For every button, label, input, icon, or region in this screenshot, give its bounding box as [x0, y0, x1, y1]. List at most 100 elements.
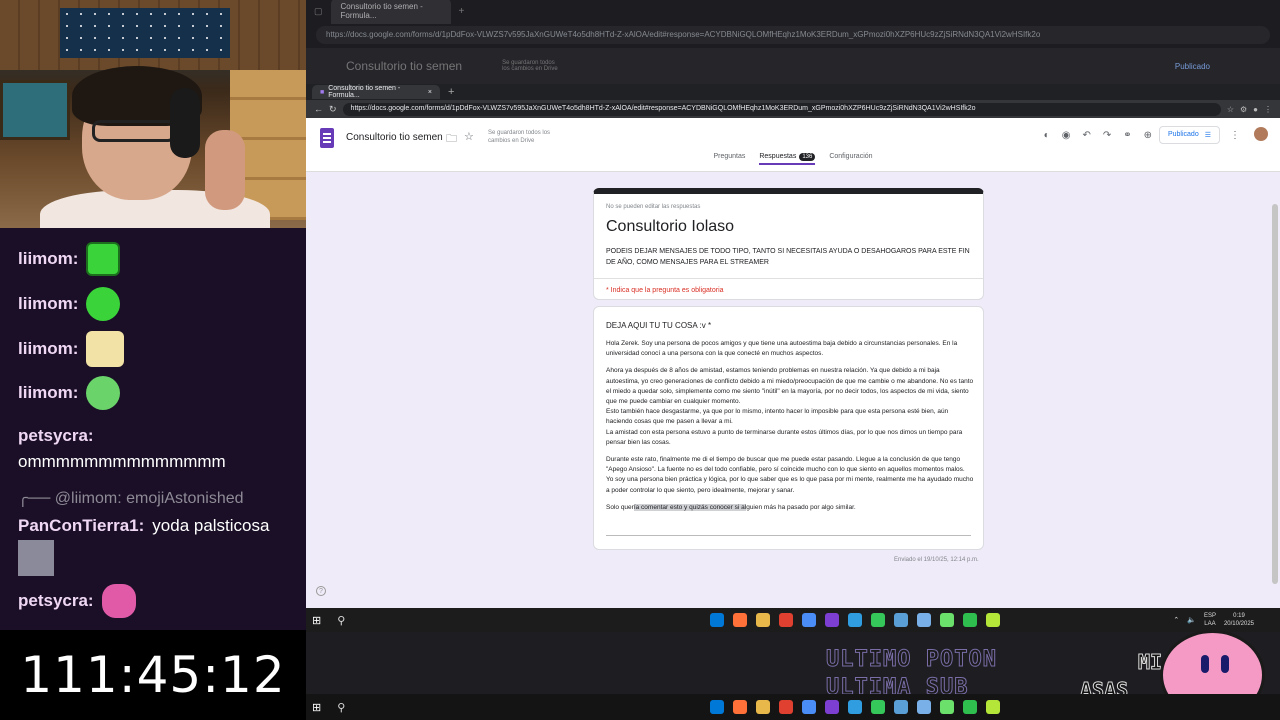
smile-face-emote [86, 287, 121, 321]
taskbar-app-icon[interactable] [894, 700, 908, 714]
publish-settings-icon: ☰ [1204, 132, 1211, 139]
taskbar-app-icon[interactable] [848, 700, 862, 714]
taskbar-app-icon[interactable] [779, 700, 793, 714]
taskbar-clock[interactable]: 0:19 20/10/2025 [1224, 612, 1254, 628]
answer-last-line[interactable]: Solo quería comentar esto y quizás conoc… [606, 503, 974, 513]
selected-text[interactable]: ía comentar esto y quizás conocer si al [633, 503, 747, 511]
taskbar-app-icon[interactable] [986, 613, 1000, 627]
stream-chat: liimom: liimom: liimom: liimom: petsycra… [0, 228, 306, 630]
star-icon[interactable]: ☆ [1227, 105, 1234, 114]
form-title[interactable]: Consultorio tio semen [346, 132, 443, 143]
taskbar-app-icon[interactable] [963, 700, 977, 714]
tab-strip: ■ Consultorio tio semen - Formula... × + [306, 84, 1280, 100]
tab-preguntas[interactable]: Preguntas [713, 153, 745, 165]
taskbar-app-icon[interactable] [848, 613, 862, 627]
tab-respuestas[interactable]: Respuestas 136 [759, 153, 816, 165]
chat-message: liimom: [18, 331, 125, 367]
saved-status: Se guardaron todos los cambios en Drive [488, 130, 551, 144]
taskbar-duplicate: ⊞ ⚲ [306, 694, 1280, 720]
scrollbar[interactable] [1272, 204, 1278, 584]
more-options-icon[interactable]: ⋮ [1230, 130, 1240, 141]
taskbar-app-icon[interactable] [917, 613, 931, 627]
close-tab-icon[interactable]: × [428, 89, 432, 96]
background-browser-window: ▢ Consultorio tio semen - Formula... + h… [306, 0, 1280, 84]
taskbar-app-icon[interactable] [825, 613, 839, 627]
answer-paragraph: Durante este rato, finalmente me di el t… [606, 456, 974, 494]
bg-address-row: https://docs.google.com/forms/d/1pDdFox-… [306, 22, 1280, 48]
address-row: ← ↻ https://docs.google.com/forms/d/1pDd… [306, 100, 1280, 118]
menu-icon[interactable]: ⋮ [1264, 105, 1272, 114]
taskbar-app-icon[interactable] [940, 700, 954, 714]
taskbar-app-icon[interactable] [871, 700, 885, 714]
chat-username: liimom: [18, 383, 79, 402]
banner-line1: ULTIMO POTON [826, 647, 997, 673]
taskbar-app-icon[interactable] [825, 700, 839, 714]
volume-icon[interactable]: 🔈 [1187, 616, 1196, 624]
taskbar-app-icon[interactable] [710, 700, 724, 714]
url-bar[interactable]: https://docs.google.com/forms/d/1pDdFox-… [342, 102, 1221, 116]
taskbar-app-icon[interactable] [779, 613, 793, 627]
taskbar-app-icon[interactable] [917, 700, 931, 714]
windows-start-icon[interactable]: ⊞ [312, 701, 321, 714]
chat-message: liimom: [18, 287, 121, 321]
lang-code-2: LAA [1204, 621, 1216, 627]
preview-eye-icon[interactable]: ◉ [1062, 130, 1071, 141]
kirby-eye [1221, 655, 1229, 673]
chat-message: liimom: [18, 376, 121, 410]
required-note: * Indica que la pregunta es obligatoria [594, 278, 983, 294]
chat-message: petsycra: [18, 584, 136, 618]
help-icon[interactable]: ? [316, 586, 326, 596]
add-collaborator-icon[interactable]: ⊕ [1144, 130, 1152, 141]
search-icon[interactable]: ⚲ [337, 614, 345, 627]
palette-icon[interactable]: ◐ [1044, 130, 1050, 141]
language-indicator[interactable]: ESP LAA [1204, 612, 1216, 628]
bg-new-tab-icon[interactable]: + [459, 6, 465, 17]
windows-start-icon[interactable]: ⊞ [312, 614, 321, 627]
star-outline-icon[interactable]: ☆ [464, 130, 474, 143]
back-icon[interactable]: ← [314, 104, 323, 114]
taskbar-app-icon[interactable] [940, 613, 954, 627]
tab-title: Consultorio tio semen - Formula... [328, 85, 401, 99]
folder-icon[interactable]: 🗀 [446, 130, 457, 149]
taskbar-app-icon[interactable] [894, 613, 908, 627]
chat-message: petsycra: [18, 426, 102, 446]
clock-date: 20/10/2025 [1223, 621, 1254, 627]
taskbar-app-icon[interactable] [802, 613, 816, 627]
bg-published-button[interactable]: Publicado [1175, 62, 1210, 71]
bg-tab-strip: ▢ Consultorio tio semen - Formula... + [306, 0, 1280, 24]
profile-icon[interactable]: ● [1253, 105, 1258, 114]
taskbar-app-icon[interactable] [733, 700, 747, 714]
undo-icon[interactable]: ↶ [1082, 130, 1090, 141]
subathon-timer: 111:45:12 [0, 630, 306, 720]
search-icon[interactable]: ⚲ [337, 701, 345, 714]
redo-icon[interactable]: ↷ [1103, 130, 1111, 141]
tab-configuracion[interactable]: Configuración [829, 153, 872, 165]
taskbar-app-icon[interactable] [963, 613, 977, 627]
chat-username: PanConTierra1: [18, 516, 145, 535]
screen: liimom: liimom: liimom: liimom: petsycra… [0, 0, 1280, 720]
extensions-icon[interactable]: ⚙ [1240, 105, 1247, 114]
published-label: Publicado [1167, 131, 1199, 138]
bg-browser-tab[interactable]: Consultorio tio semen - Formula... [330, 0, 451, 24]
forms-logo-icon[interactable] [320, 128, 334, 148]
reload-icon[interactable]: ↻ [329, 104, 337, 115]
link-icon[interactable]: ⚭ [1123, 130, 1131, 141]
answer-last-suffix: guien más ha pasado por algo similar. [746, 503, 856, 511]
taskbar-app-icon[interactable] [756, 613, 770, 627]
taskbar-app-icon[interactable] [986, 700, 1000, 714]
taskbar-app-icon[interactable] [756, 700, 770, 714]
taskbar-app-icon[interactable] [710, 613, 724, 627]
bg-url-bar[interactable]: https://docs.google.com/forms/d/1pDdFox-… [316, 26, 1270, 44]
taskbar-app-icon[interactable] [871, 613, 885, 627]
forms-favicon-icon: ■ [320, 88, 325, 96]
taskbar-app-icon[interactable] [802, 700, 816, 714]
tray-chevron-icon[interactable]: ⌃ [1173, 616, 1179, 624]
new-tab-icon[interactable]: + [448, 86, 454, 98]
taskbar-app-icon[interactable] [733, 613, 747, 627]
streamer-glasses [92, 120, 176, 142]
avatar[interactable] [1254, 127, 1268, 141]
browser-tab-active[interactable]: ■ Consultorio tio semen - Formula... × [312, 85, 440, 99]
published-button[interactable]: Publicado ☰ [1158, 126, 1220, 144]
person-photo-emote [18, 540, 54, 576]
chat-username: petsycra: [18, 426, 94, 445]
